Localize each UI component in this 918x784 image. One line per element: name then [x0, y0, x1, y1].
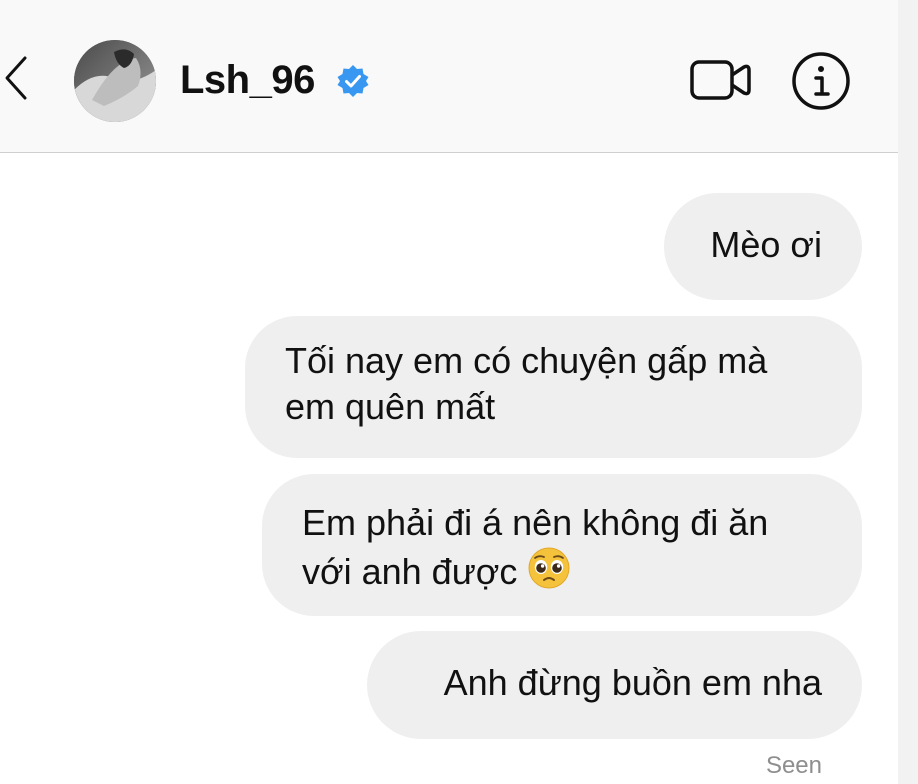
chat-screen: Lsh_96 Mèo ơi Tối nay em có chuyện gấp m…	[0, 0, 918, 784]
message-bubble[interactable]: Em phải đi á nên không đi ăn với anh đượ…	[262, 474, 862, 616]
message-text: Em phải đi á nên không đi ăn	[302, 502, 769, 543]
info-icon	[792, 52, 850, 110]
chat-username[interactable]: Lsh_96	[180, 55, 315, 105]
message-text: với anh được	[302, 551, 518, 592]
message-line-with-emoji: với anh được	[302, 546, 832, 595]
video-call-button[interactable]	[688, 52, 754, 108]
chat-header: Lsh_96	[0, 0, 898, 153]
message-bubble[interactable]: Tối nay em có chuyện gấp mà em quên mất	[245, 316, 862, 458]
profile-photo-image	[74, 40, 156, 122]
message-text: em quên mất	[285, 386, 496, 427]
avatar[interactable]	[74, 40, 156, 122]
message-bubble[interactable]: Mèo ơi	[664, 193, 862, 300]
pleading-face-emoji	[528, 547, 570, 589]
video-camera-icon	[690, 60, 751, 100]
scrollbar-track	[898, 0, 918, 784]
info-button[interactable]	[790, 50, 852, 112]
verified-badge-icon	[337, 65, 369, 97]
chevron-left-icon	[5, 56, 27, 100]
message-bubble[interactable]: Anh đừng buồn em nha	[367, 631, 862, 739]
message-text: Anh đừng buồn em nha	[443, 662, 822, 703]
back-button[interactable]	[0, 50, 32, 106]
message-text: Mèo ơi	[710, 224, 822, 265]
message-text: Tối nay em có chuyện gấp mà	[285, 340, 768, 381]
seen-status: Seen	[765, 752, 822, 779]
